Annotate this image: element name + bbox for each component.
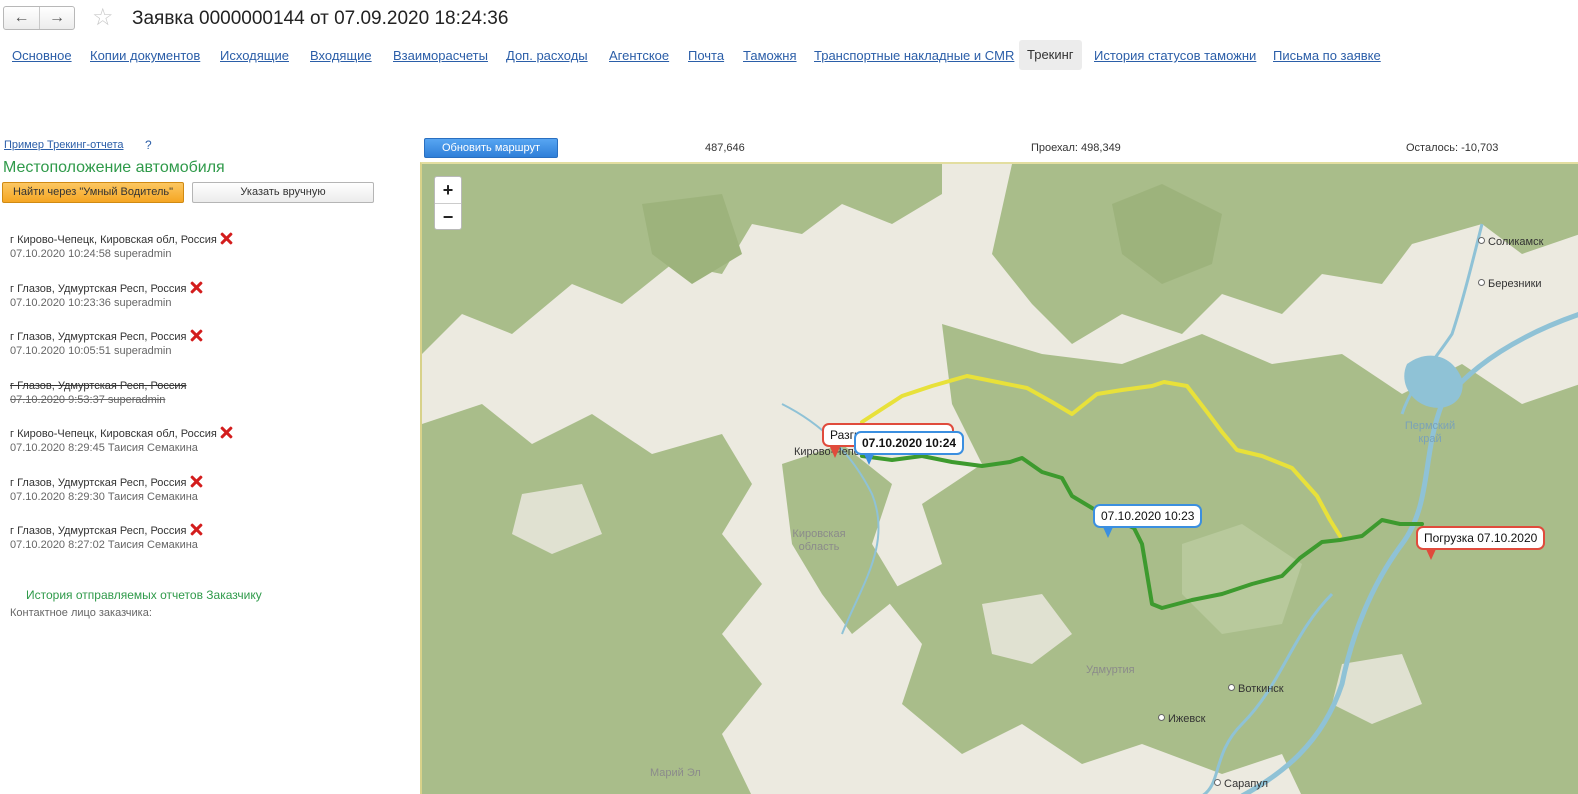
zoom-control: + − — [434, 176, 462, 230]
tab-settlements[interactable]: Взаиморасчеты — [393, 48, 488, 64]
current-position-label: 07.10.2020 10:24 — [862, 436, 957, 450]
location-place: г Кирово-Чепецк, Кировская обл, Россия — [10, 428, 217, 440]
location-meta: 07.10.2020 10:05:51 superadmin — [10, 345, 172, 357]
map-city-label: Воткинск — [1228, 683, 1284, 695]
delete-icon[interactable] — [220, 232, 233, 245]
tab-mail[interactable]: Почта — [688, 48, 724, 64]
page-title: Заявка 0000000144 от 07.09.2020 18:24:36 — [132, 8, 509, 29]
unload-marker-tail — [830, 447, 840, 458]
distance-remaining: Осталось: -10,703 — [1406, 142, 1499, 154]
list-item: г Глазов, Удмуртская Респ, Россия 07.10.… — [10, 279, 390, 328]
list-item: г Глазов, Удмуртская Респ, Россия 07.10.… — [10, 521, 390, 570]
tab-customs-status-history[interactable]: История статусов таможни — [1094, 48, 1256, 64]
map-region-label: Пермский край — [1404, 420, 1456, 445]
load-marker-label: Погрузка 07.10.2020 — [1424, 531, 1538, 545]
tab-tracking[interactable]: Трекинг — [1019, 40, 1082, 70]
map-city-label: Ижевск — [1158, 713, 1205, 725]
intermediate-point-label: 07.10.2020 10:23 — [1101, 509, 1195, 523]
tab-waybills-cmr[interactable]: Транспортные накладные и CMR — [814, 48, 1014, 64]
find-smart-driver-button[interactable]: Найти через "Умный Водитель" — [2, 182, 184, 203]
location-place: г Кирово-Чепецк, Кировская обл, Россия — [10, 234, 217, 246]
location-place: г Глазов, Удмуртская Респ, Россия — [10, 525, 187, 537]
map-region-label: Кировская область — [792, 528, 846, 553]
list-item: г Глазов, Удмуртская Респ, Россия 07.10.… — [10, 327, 390, 376]
header: ← → ☆ Заявка 0000000144 от 07.09.2020 18… — [0, 0, 1578, 40]
map-canvas — [422, 164, 1578, 794]
distance-travelled: Проехал: 498,349 — [1031, 142, 1121, 154]
map-city-label: Соликамск — [1478, 236, 1543, 248]
nav-buttons: ← → — [3, 6, 75, 30]
help-icon[interactable]: ? — [145, 138, 152, 152]
location-list: г Кирово-Чепецк, Кировская обл, Россия 0… — [10, 230, 390, 570]
update-route-button[interactable]: Обновить маршрут — [424, 138, 558, 158]
location-meta: 07.10.2020 8:29:30 Таисия Семакина — [10, 490, 198, 503]
tracking-report-example-link[interactable]: Пример Трекинг-отчета — [4, 139, 124, 151]
back-button[interactable]: ← — [4, 7, 39, 29]
current-position-marker[interactable]: 07.10.2020 10:24 — [854, 431, 965, 465]
tab-incoming[interactable]: Входящие — [310, 48, 372, 64]
marker-tail — [1103, 527, 1113, 538]
map-region-label: Марий Эл — [650, 767, 701, 779]
report-history-title[interactable]: История отправляемых отчетов Заказчику — [26, 588, 262, 602]
tab-agency[interactable]: Агентское — [609, 48, 669, 64]
tab-customs[interactable]: Таможня — [743, 48, 797, 64]
delete-icon[interactable] — [190, 523, 203, 536]
list-item: г Кирово-Чепецк, Кировская обл, Россия 0… — [10, 230, 390, 279]
location-meta: 07.10.2020 8:27:02 Таисия Семакина — [10, 539, 198, 551]
map-city-label: Березники — [1478, 278, 1542, 290]
customer-contact-label: Контактное лицо заказчика: — [10, 607, 152, 619]
location-place: г Глазов, Удмуртская Респ, Россия — [10, 282, 187, 295]
list-item: г Кирово-Чепецк, Кировская обл, Россия 0… — [10, 424, 390, 473]
delete-icon[interactable] — [190, 281, 203, 294]
map-city-label: Сарапул — [1214, 778, 1268, 790]
vehicle-location-header: Местоположение автомобиля — [3, 159, 225, 176]
tab-main[interactable]: Основное — [12, 48, 72, 64]
tab-extra-costs[interactable]: Доп. расходы — [506, 48, 588, 64]
zoom-in-button[interactable]: + — [435, 177, 461, 203]
set-manually-button[interactable]: Указать вручную — [192, 182, 374, 203]
tab-outgoing[interactable]: Исходящие — [220, 48, 289, 64]
marker-tail — [864, 454, 874, 465]
route-total: 487,646 — [705, 142, 745, 154]
location-meta: 07.10.2020 8:29:45 Таисия Семакина — [10, 442, 198, 454]
favorite-star-icon[interactable]: ☆ — [92, 5, 114, 31]
forward-button[interactable]: → — [38, 7, 74, 29]
delete-icon[interactable] — [190, 475, 203, 488]
location-place: г Глазов, Удмуртская Респ, Россия — [10, 379, 187, 392]
location-place: г Глазов, Удмуртская Респ, Россия — [10, 476, 187, 489]
location-place: г Глазов, Удмуртская Респ, Россия — [10, 331, 187, 343]
intermediate-point-marker[interactable]: 07.10.2020 10:23 — [1093, 504, 1203, 538]
route-map[interactable]: + − Соликамск Березники Кирово-Чепецк Во… — [420, 162, 1578, 794]
map-region-label: Удмуртия — [1086, 664, 1135, 676]
list-item: г Глазов, Удмуртская Респ, Россия 07.10.… — [10, 473, 390, 522]
marker-tail — [1426, 549, 1436, 560]
tab-bar: Основное Копии документов Исходящие Вход… — [0, 40, 1578, 70]
location-meta: 07.10.2020 10:23:36 superadmin — [10, 296, 172, 309]
location-meta: 07.10.2020 10:24:58 superadmin — [10, 248, 172, 260]
delete-icon[interactable] — [220, 426, 233, 439]
list-item-deleted: г Глазов, Удмуртская Респ, Россия 07.10.… — [10, 376, 390, 425]
zoom-out-button[interactable]: − — [435, 203, 461, 229]
tab-document-copies[interactable]: Копии документов — [90, 48, 200, 64]
tab-order-letters[interactable]: Письма по заявке — [1273, 48, 1381, 64]
load-marker[interactable]: Погрузка 07.10.2020 — [1416, 526, 1546, 560]
delete-icon[interactable] — [190, 329, 203, 342]
location-meta: 07.10.2020 9:53:37 superadmin — [10, 393, 166, 406]
